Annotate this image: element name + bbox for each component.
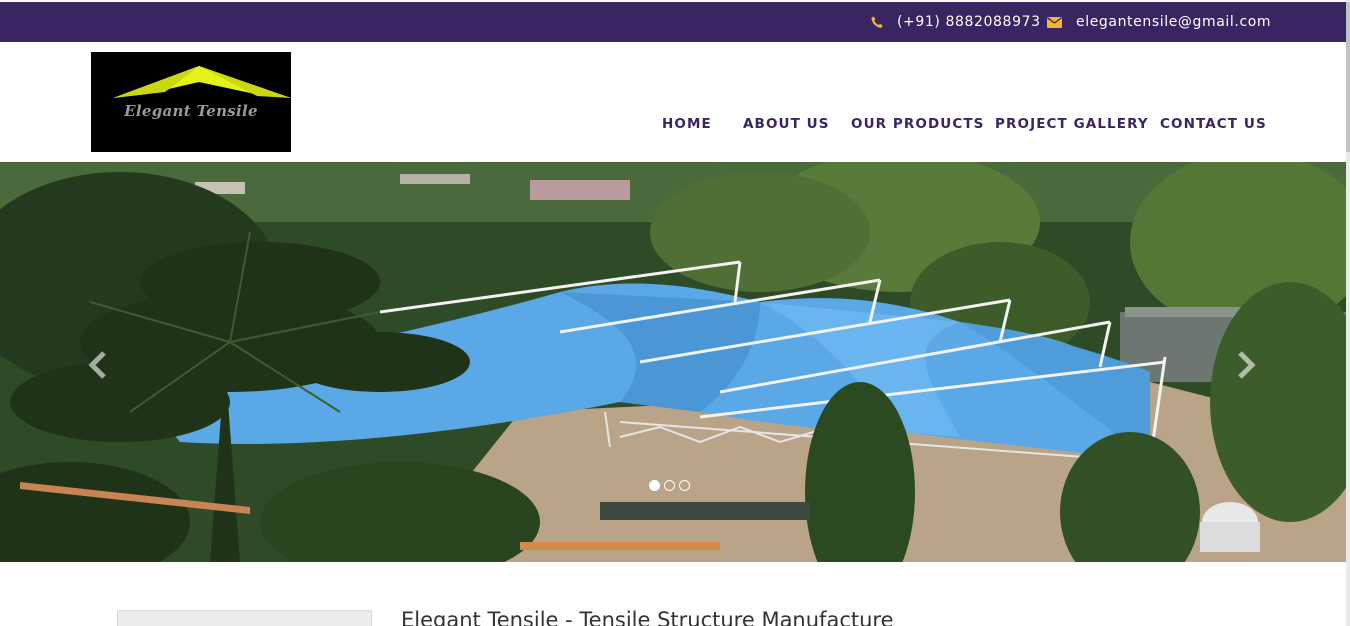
phone-icon: [871, 16, 883, 29]
slider-next-button[interactable]: [1234, 350, 1258, 380]
slider-indicators: [649, 480, 690, 491]
nav-about-us[interactable]: ABOUT US: [743, 116, 830, 132]
phone-number[interactable]: (+91) 8882088973: [897, 14, 1041, 30]
email-contact[interactable]: elegantensile@gmail.com: [1047, 2, 1271, 42]
site-header: Elegant Tensile HOME ABOUT US OUR PRODUC…: [0, 42, 1346, 162]
nav-our-products[interactable]: OUR PRODUCTS: [851, 116, 985, 132]
page-title: Elegant Tensile - Tensile Structure Manu…: [401, 608, 894, 626]
slider-dot-1[interactable]: [649, 480, 660, 491]
slider-dot-2[interactable]: [664, 480, 675, 491]
envelope-icon: [1047, 16, 1062, 28]
logo-text: Elegant Tensile: [124, 102, 258, 120]
top-contact-bar: (+91) 8882088973 elegantensile@gmail.com: [0, 2, 1346, 42]
nav-contact-us[interactable]: CONTACT US: [1160, 116, 1267, 132]
phone-contact[interactable]: (+91) 8882088973: [871, 2, 1041, 42]
slider-dot-3[interactable]: [679, 480, 690, 491]
hero-slider[interactable]: [0, 162, 1346, 562]
slide-image: [0, 162, 1346, 562]
sidebar-panel: [117, 610, 372, 626]
chevron-right-icon: [1238, 351, 1256, 379]
email-address[interactable]: elegantensile@gmail.com: [1076, 14, 1271, 30]
nav-project-gallery[interactable]: PROJECT GALLERY: [995, 116, 1149, 132]
site-logo[interactable]: Elegant Tensile: [91, 52, 291, 152]
nav-home[interactable]: HOME: [662, 116, 712, 132]
chevron-left-icon: [88, 351, 106, 379]
slider-prev-button[interactable]: [86, 350, 110, 380]
scrollbar-thumb[interactable]: [1346, 2, 1350, 152]
